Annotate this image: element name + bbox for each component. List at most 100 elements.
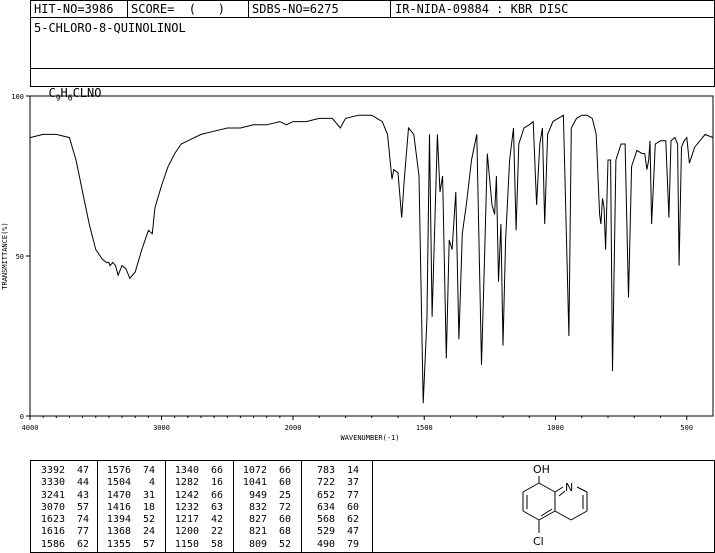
peak-wavenumber: 809: [248, 538, 267, 550]
peak-wavenumber: 1368: [106, 526, 131, 538]
peak-row: 1041 60: [237, 477, 291, 489]
peak-row: 634 60: [305, 502, 359, 514]
peak-wavenumber: 1416: [106, 501, 131, 513]
peak-wavenumber: 3392: [40, 465, 65, 476]
peak-wavenumber: 783: [316, 465, 335, 476]
bond: [538, 482, 556, 493]
peak-table: 3392 47 3330 44 3241 43 3070 57 1623 74 1616 77 1586…: [30, 460, 373, 553]
peak-row: 3330 44: [35, 477, 89, 489]
peak-transmittance: 77: [346, 489, 359, 501]
hit-no: HIT-NO=3986: [34, 2, 114, 16]
peak-row: 1355 57: [101, 539, 155, 551]
peak-wavenumber: 652: [316, 489, 335, 501]
peak-wavenumber: 1150: [174, 538, 199, 550]
peak-transmittance: 16: [210, 477, 223, 489]
x-tick-label: 1000: [547, 424, 564, 432]
spectrum-line: [29, 114, 714, 404]
peak-row: 568 62: [305, 514, 359, 526]
peak-transmittance: 74: [142, 465, 155, 476]
peak-row: 1504 4: [101, 477, 155, 489]
peak-transmittance: 47: [346, 526, 359, 538]
peak-row: 1072 66: [237, 465, 291, 477]
peak-transmittance: 74: [76, 514, 89, 526]
bond: [554, 486, 564, 493]
peak-wavenumber: 722: [316, 477, 335, 489]
peak-column: 1072 66 1041 60 949 25 832 72 827 60 821 68 809 52: [237, 465, 291, 551]
peak-wavenumber: 1355: [106, 538, 131, 550]
peak-transmittance: 60: [278, 477, 291, 489]
peak-row: 3241 43: [35, 490, 89, 502]
peak-wavenumber: 1200: [174, 526, 199, 538]
cl-label: Cl: [533, 535, 544, 548]
peak-transmittance: 24: [142, 526, 155, 538]
peak-wavenumber: 827: [248, 514, 267, 526]
peak-row: 1150 58: [169, 539, 223, 551]
plot-frame: [29, 95, 714, 417]
oh-label: OH: [533, 463, 550, 476]
peak-transmittance: 52: [142, 514, 155, 526]
peak-column: 783 14 722 37 652 77 634 60 568 62 529 47 490 79: [305, 465, 359, 551]
peak-wavenumber: 821: [248, 526, 267, 538]
peak-wavenumber: 1623: [40, 514, 65, 526]
peak-wavenumber: 3330: [40, 477, 65, 489]
peak-transmittance: 68: [278, 526, 291, 538]
peak-row: 1586 62: [35, 539, 89, 551]
formula-divider: [30, 68, 715, 69]
peak-wavenumber: 1072: [242, 465, 267, 476]
peak-transmittance: 31: [142, 489, 155, 501]
peak-row: 1200 22: [169, 526, 223, 538]
peak-wavenumber: 1394: [106, 514, 131, 526]
bond: [554, 510, 572, 521]
peak-transmittance: 18: [142, 501, 155, 513]
header-sep-2: [248, 0, 249, 17]
peak-row: 1394 52: [101, 514, 155, 526]
peak-transmittance: 57: [142, 538, 155, 550]
peak-row: 652 77: [305, 490, 359, 502]
peak-row: 722 37: [305, 477, 359, 489]
peak-wavenumber: 568: [316, 514, 335, 526]
x-tick-label: 3000: [153, 424, 170, 432]
peak-row: 1368 24: [101, 526, 155, 538]
peak-row: 949 25: [237, 490, 291, 502]
peak-wavenumber: 1576: [106, 465, 131, 476]
peak-transmittance: 25: [278, 489, 291, 501]
x-tick-label: 1500: [416, 424, 433, 432]
peak-row: 832 72: [237, 502, 291, 514]
peak-row: 490 79: [305, 539, 359, 551]
peak-transmittance: 72: [278, 501, 291, 513]
peak-transmittance: 66: [210, 489, 223, 501]
y-tick-label: 50: [16, 253, 24, 261]
peak-row: 1416 18: [101, 502, 155, 514]
peak-wavenumber: 1616: [40, 526, 65, 538]
peak-transmittance: 47: [76, 465, 89, 476]
peak-row: 3070 57: [35, 502, 89, 514]
peak-transmittance: 62: [76, 538, 89, 550]
peak-wavenumber: 529: [316, 526, 335, 538]
peak-row: 1232 63: [169, 502, 223, 514]
peak-row: 1576 74: [101, 465, 155, 477]
peak-wavenumber: 1504: [106, 477, 131, 489]
double-bond: [540, 508, 553, 517]
peak-transmittance: 66: [278, 465, 291, 476]
peak-row: 821 68: [237, 526, 291, 538]
peak-wavenumber: 1282: [174, 477, 199, 489]
peak-wavenumber: 1041: [242, 477, 267, 489]
peak-transmittance: 4: [148, 477, 155, 489]
peak-transmittance: 43: [76, 489, 89, 501]
peak-transmittance: 14: [346, 465, 359, 476]
peak-wavenumber: 1340: [174, 465, 199, 476]
peak-wavenumber: 1242: [174, 489, 199, 501]
peak-transmittance: 57: [76, 501, 89, 513]
peak-wavenumber: 1470: [106, 489, 131, 501]
peak-column: 1340 66 1282 16 1242 66 1232 63 1217 42 1200 22 1150…: [169, 465, 223, 551]
x-tick-label: 500: [680, 424, 693, 432]
bond: [570, 510, 588, 521]
n-label: N: [565, 481, 573, 494]
peak-transmittance: 66: [210, 465, 223, 476]
peak-row: 1242 66: [169, 490, 223, 502]
peak-row: 1616 77: [35, 526, 89, 538]
peak-transmittance: 62: [346, 514, 359, 526]
peak-column: 1576 74 1504 4 1470 31 1416 18 1394 52 1368 24 1355 5…: [101, 465, 155, 551]
peak-wavenumber: 490: [316, 538, 335, 550]
ir-info: IR-NIDA-09884 : KBR DISC: [395, 2, 569, 16]
